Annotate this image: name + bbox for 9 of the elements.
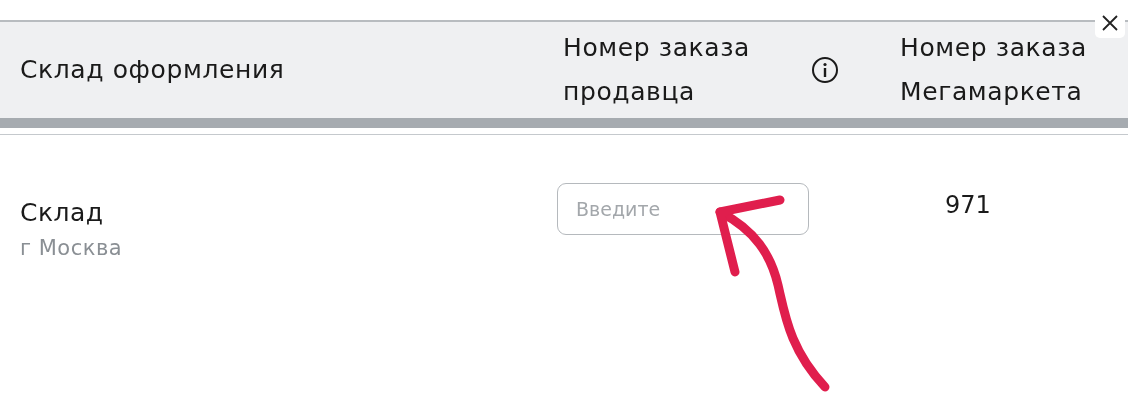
order-number: 971 [944,190,991,219]
input-field[interactable]: Введите [557,183,809,235]
warehouse-name: Склад [20,197,105,229]
info-icon[interactable] [811,56,839,84]
column-header: Номер заказа Мегамаркета [900,32,1088,108]
warehouse-city: г Москва [20,235,124,262]
column-header: Номер заказа продавца [563,32,751,108]
column-header: Склад оформления [20,54,285,86]
close-icon [1100,13,1120,33]
